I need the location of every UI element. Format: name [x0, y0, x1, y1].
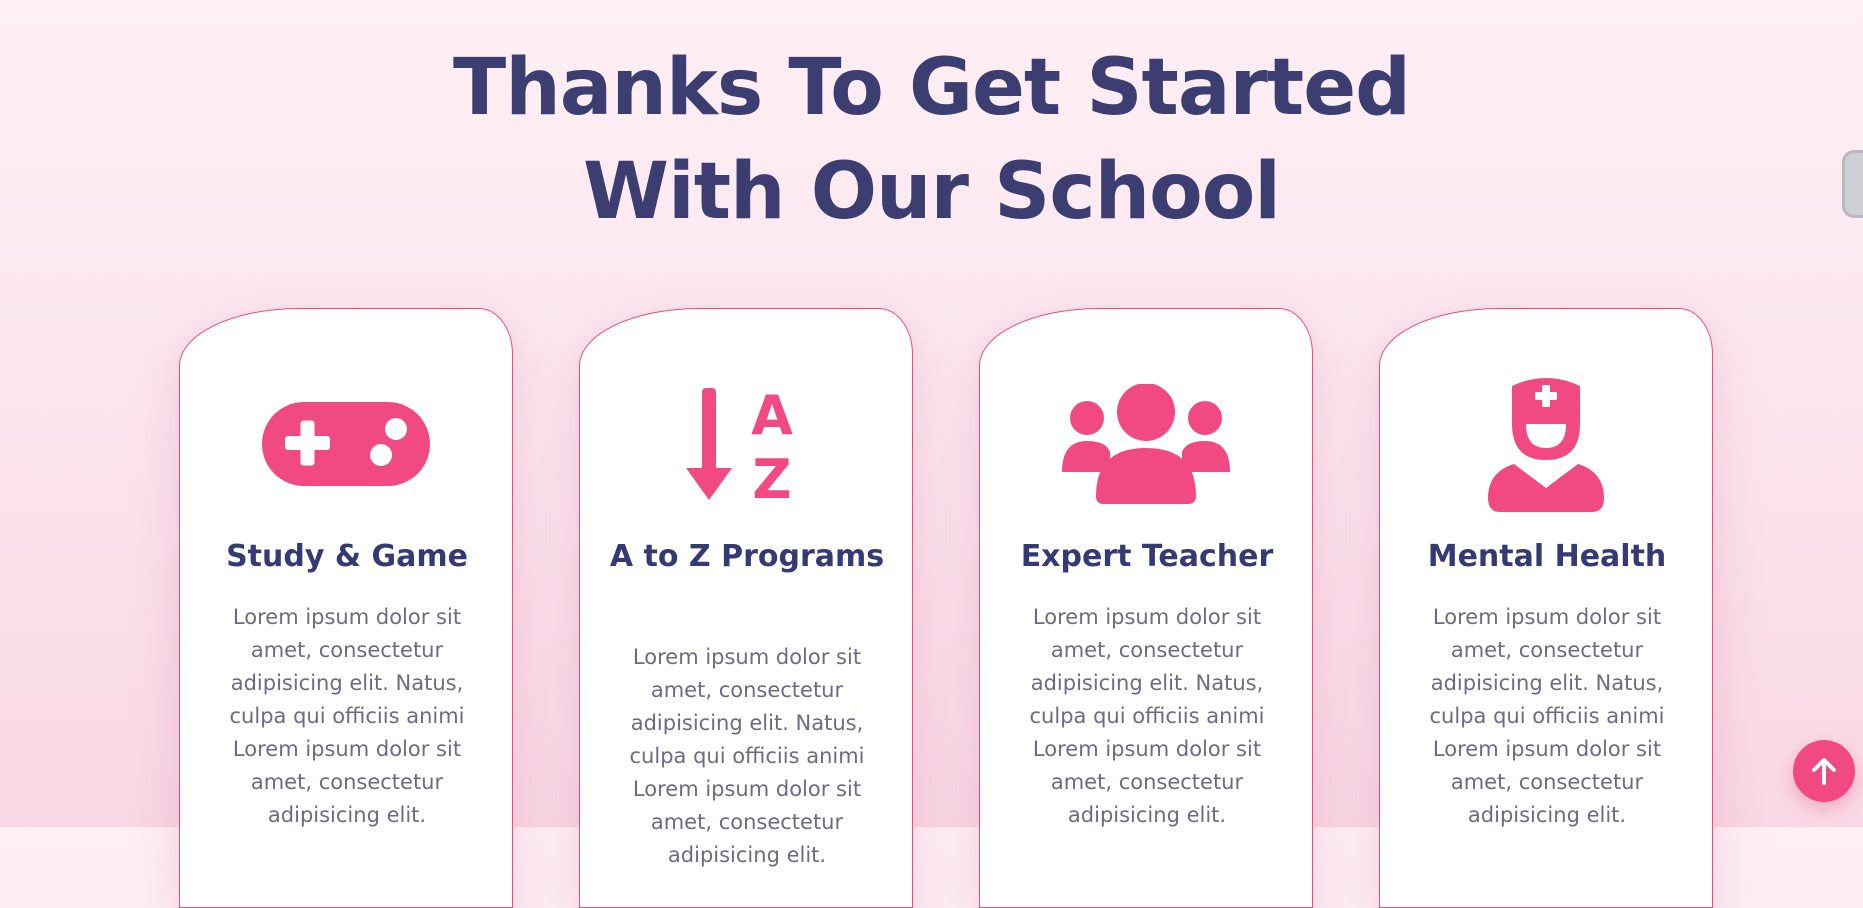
nurse-icon — [1380, 378, 1712, 512]
feature-card-a-to-z-programs: A Z A to Z Programs Lorem ipsum dolor si… — [579, 308, 913, 908]
card-title: Mental Health — [1427, 539, 1667, 574]
arrow-up-icon — [1812, 758, 1836, 785]
svg-text:Z: Z — [752, 448, 791, 504]
sort-a-z-icon: A Z — [580, 379, 912, 509]
feature-card-study-game: Study & Game Lorem ipsum dolor sit amet,… — [179, 308, 513, 908]
page-title-line-2: With Our School — [582, 147, 1281, 237]
page-title-line-1: Thanks To Get Started — [453, 43, 1411, 133]
card-title: A to Z Programs — [609, 539, 885, 574]
card-description: Lorem ipsum dolor sit amet, consectetur … — [629, 645, 865, 867]
card-title: Expert Teacher — [1020, 539, 1274, 574]
card-description: Lorem ipsum dolor sit amet, consectetur … — [229, 605, 465, 827]
gamepad-icon — [180, 379, 512, 509]
scrollbar-handle[interactable] — [1842, 150, 1863, 218]
page: Thanks To Get Started With Our School St… — [0, 0, 1863, 908]
svg-text:A: A — [751, 384, 793, 447]
feature-card-expert-teacher: Expert Teacher Lorem ipsum dolor sit ame… — [979, 308, 1313, 908]
feature-card-mental-health: Mental Health Lorem ipsum dolor sit amet… — [1379, 308, 1713, 908]
scroll-to-top-button[interactable] — [1793, 740, 1855, 802]
card-title: Study & Game — [226, 539, 468, 574]
card-description: Lorem ipsum dolor sit amet, consectetur … — [1429, 605, 1665, 827]
page-title: Thanks To Get Started With Our School — [0, 36, 1863, 244]
feature-cards: Study & Game Lorem ipsum dolor sit amet,… — [0, 308, 1863, 908]
users-group-icon — [980, 379, 1312, 509]
card-description: Lorem ipsum dolor sit amet, consectetur … — [1029, 605, 1265, 827]
